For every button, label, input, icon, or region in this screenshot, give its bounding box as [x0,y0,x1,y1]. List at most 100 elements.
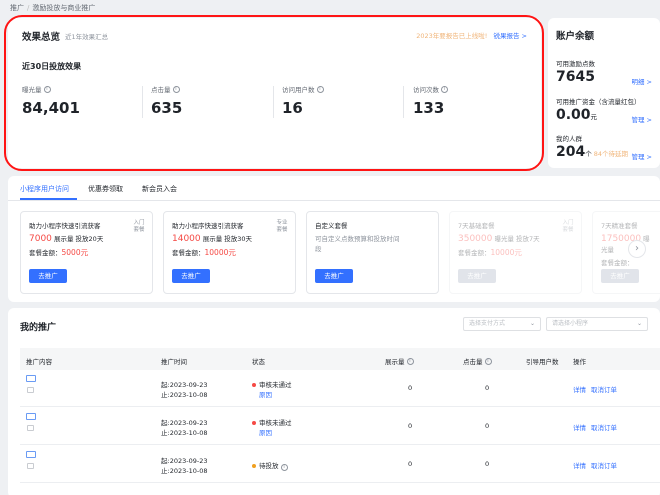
go-promote-button[interactable]: 去推广 [601,269,639,283]
info-icon[interactable]: i [172,85,180,93]
divider [142,86,143,118]
metric-label: 点击量 [151,86,171,94]
annual-report-banner: 2023年要报告已上线啦! 锐果报告 > [416,30,527,40]
mini-program-select[interactable]: 请选择小程序 ⌄ [546,317,648,331]
promo-thumbnail[interactable] [26,375,36,382]
info-icon[interactable]: i [441,85,448,93]
package-card[interactable]: 助力小程序快速引流获客 专业套餐 14000 展示量 投放30天 套餐金额：10… [163,211,296,294]
promo-tabs: 小程序用户访问 优惠券领取 新会员入会 [20,184,177,194]
promo-thumbnail-secondary [27,387,34,393]
package-views: 350000 [458,234,493,244]
cancel-order-link[interactable]: 取消订单 [591,460,617,470]
metric-label: 曝光量 [22,86,42,94]
tab-mini-program-visits[interactable]: 小程序用户访问 [20,184,69,194]
metric-value: 84,401 [22,99,80,117]
end-date: 止:2023-10-08 [161,391,208,399]
tab-coupon-claim[interactable]: 优惠券领取 [88,184,123,194]
package-amount-label: 套餐金额： [601,259,634,267]
cancel-order-link[interactable]: 取消订单 [591,422,617,432]
points-value: 7645 [556,69,595,85]
clicks: 0 [485,460,490,468]
status-dot [252,421,256,425]
annual-report-link[interactable]: 锐果报告 > [493,32,527,40]
points-label: 可用激励点数 [556,60,595,68]
package-amount: 10000元 [490,248,522,257]
info-icon[interactable]: i [484,357,492,365]
promo-thumbnail[interactable] [26,413,36,420]
invites-value: 204 [556,144,586,160]
end-date: 止:2023-10-08 [161,467,208,475]
metric-value: 16 [282,99,303,117]
breadcrumb-current: 激励投放与商业推广 [32,4,96,12]
detail-link[interactable]: 详情 [573,384,586,394]
impressions: 0 [408,384,413,392]
package-tag: 入门套餐 [133,220,145,233]
payment-method-select[interactable]: 选择支付方式 ⌄ [463,317,541,331]
balance-card: 账户余额 可用激励点数 7645 明细 > 可用推广资金（含流量红包） 0.00… [548,18,660,168]
go-promote-button[interactable]: 去推广 [29,269,67,283]
status: 审核未通过 [252,417,292,427]
points-detail-link[interactable]: 明细 > [631,76,652,86]
overview-title: 效果总览 [22,32,61,43]
package-card[interactable]: 7天基础套餐 入门套餐 350000 曝光量 投放7天 套餐金额：10000元 … [449,211,582,294]
package-card[interactable]: 助力小程序快速引流获客 入门套餐 7000 展示量 投放20天 套餐金额：500… [20,211,153,294]
package-views: 7000 [29,234,52,244]
package-desc: 可自定义点数预算和投放时间段 [315,235,400,253]
package-card[interactable]: 7天精准套餐 1750000 曝光量 套餐金额： 去推广 [592,211,660,294]
reason-link[interactable]: 原因 [259,389,272,399]
column-header: 操作 [573,358,586,366]
package-card[interactable]: 自定义套餐 可自定义点数预算和投放时间段 去推广 [306,211,439,294]
package-title: 自定义套餐 [315,222,348,230]
table-row: 起:2023-09-23 止:2023-10-08 审核未通过 原因 0 0 详… [20,408,660,445]
go-promote-button[interactable]: 去推广 [172,269,210,283]
go-promote-button[interactable]: 去推广 [315,269,353,283]
divider [403,86,404,118]
promotion-packages-card: 小程序用户访问 优惠券领取 新会员入会 助力小程序快速引流获客 入门套餐 700… [8,176,660,302]
start-date: 起:2023-09-23 [161,419,208,427]
detail-link[interactable]: 详情 [573,460,586,470]
start-date: 起:2023-09-23 [161,381,208,389]
info-icon[interactable]: i [43,85,51,93]
go-promote-button[interactable]: 去推广 [458,269,496,283]
cancel-order-link[interactable]: 取消订单 [591,384,617,394]
impressions: 0 [408,460,413,468]
package-amount: 10000元 [204,248,236,257]
start-date: 起:2023-09-23 [161,457,208,465]
column-header-label: 展示量 [385,358,405,366]
package-tag: 入门套餐 [562,220,574,233]
metric-label: 访问用户数 [282,86,315,94]
column-header: 推广内容 [26,358,52,366]
invites-unit: 个 [585,150,592,158]
table-header: 推广内容 推广时间 状态 展示量 i 点击量 i 引导用户数 操作 [20,348,660,370]
column-header-clicks: 点击量 i [463,356,492,366]
package-title: 7天基础套餐 [458,222,495,230]
chevron-right-icon[interactable]: › [628,240,646,258]
promo-thumbnail-secondary [27,463,34,469]
breadcrumb-root[interactable]: 推广 [10,4,24,12]
info-icon[interactable]: i [280,464,288,471]
promo-thumbnail[interactable] [26,451,36,458]
balance-title: 账户余额 [556,31,595,42]
breadcrumb-separator: / [27,4,30,12]
metric-value: 635 [151,99,183,117]
info-icon[interactable]: i [316,85,324,93]
impressions: 0 [408,422,413,430]
tab-new-member[interactable]: 新会员入会 [142,184,177,194]
package-title: 7天精准套餐 [601,222,638,230]
invites-manage-link[interactable]: 管理 > [631,151,652,161]
column-header: 状态 [252,358,265,366]
promo-thumbnail-secondary [27,425,34,431]
reason-link[interactable]: 原因 [259,427,272,437]
info-icon[interactable]: i [406,357,414,365]
invites-pending: 84个待延期 [593,150,629,158]
invites-label: 我的人群 [556,135,582,143]
funds-value-wrap: 0.00元 [556,107,597,123]
annual-report-tip: 2023年要报告已上线啦! [416,32,488,40]
package-views: 14000 [172,234,201,244]
my-promotions-card: 我的推广 选择支付方式 ⌄ 请选择小程序 ⌄ 推广内容 推广时间 状态 展示量 i 点… [8,308,660,495]
detail-link[interactable]: 详情 [573,422,586,432]
column-header-label: 点击量 [463,358,483,366]
end-date: 止:2023-10-08 [161,429,208,437]
funds-manage-link[interactable]: 管理 > [631,114,652,124]
package-amount-label: 套餐金额： [458,249,491,257]
